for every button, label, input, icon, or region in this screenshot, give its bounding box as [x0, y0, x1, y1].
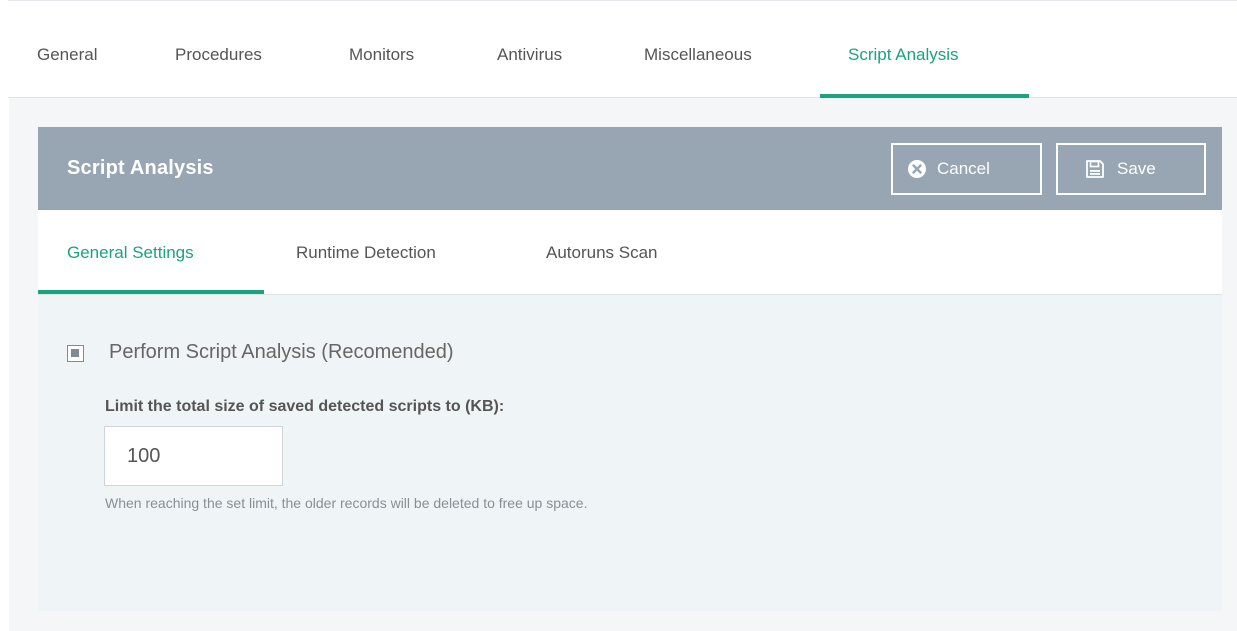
top-tab-bar: General Procedures Monitors Antivirus Mi…	[8, 0, 1237, 98]
tab-general-settings[interactable]: General Settings	[67, 243, 194, 263]
tab-antivirus[interactable]: Antivirus	[497, 45, 562, 65]
tab-general[interactable]: General	[37, 45, 97, 65]
limit-help-text: When reaching the set limit, the older r…	[105, 495, 588, 511]
limit-size-label: Limit the total size of saved detected s…	[105, 398, 505, 415]
tab-monitors[interactable]: Monitors	[349, 45, 414, 65]
floppy-disk-icon	[1085, 159, 1105, 179]
sub-tab-bar: General Settings Runtime Detection Autor…	[38, 210, 1222, 295]
tab-miscellaneous[interactable]: Miscellaneous	[644, 45, 752, 65]
cancel-label: Cancel	[937, 159, 990, 178]
tab-autoruns-scan[interactable]: Autoruns Scan	[546, 243, 658, 263]
panel-title: Script Analysis	[67, 157, 214, 179]
save-label: Save	[1117, 159, 1156, 178]
tab-runtime-detection[interactable]: Runtime Detection	[296, 243, 436, 263]
perform-script-analysis-checkbox[interactable]	[67, 345, 84, 362]
cancel-button[interactable]: Cancel	[891, 143, 1042, 195]
tab-procedures[interactable]: Procedures	[175, 45, 262, 65]
save-button[interactable]: Save	[1056, 143, 1206, 195]
tab-script-analysis[interactable]: Script Analysis	[848, 45, 959, 65]
limit-size-input[interactable]	[104, 426, 283, 486]
x-circle-icon	[907, 159, 927, 179]
panel-header: Script Analysis Cancel Save	[38, 127, 1222, 210]
perform-script-analysis-label: Perform Script Analysis (Recomended)	[109, 341, 454, 363]
script-analysis-panel: Script Analysis Cancel Save General Sett…	[38, 127, 1222, 611]
active-subtab-indicator	[38, 290, 264, 294]
